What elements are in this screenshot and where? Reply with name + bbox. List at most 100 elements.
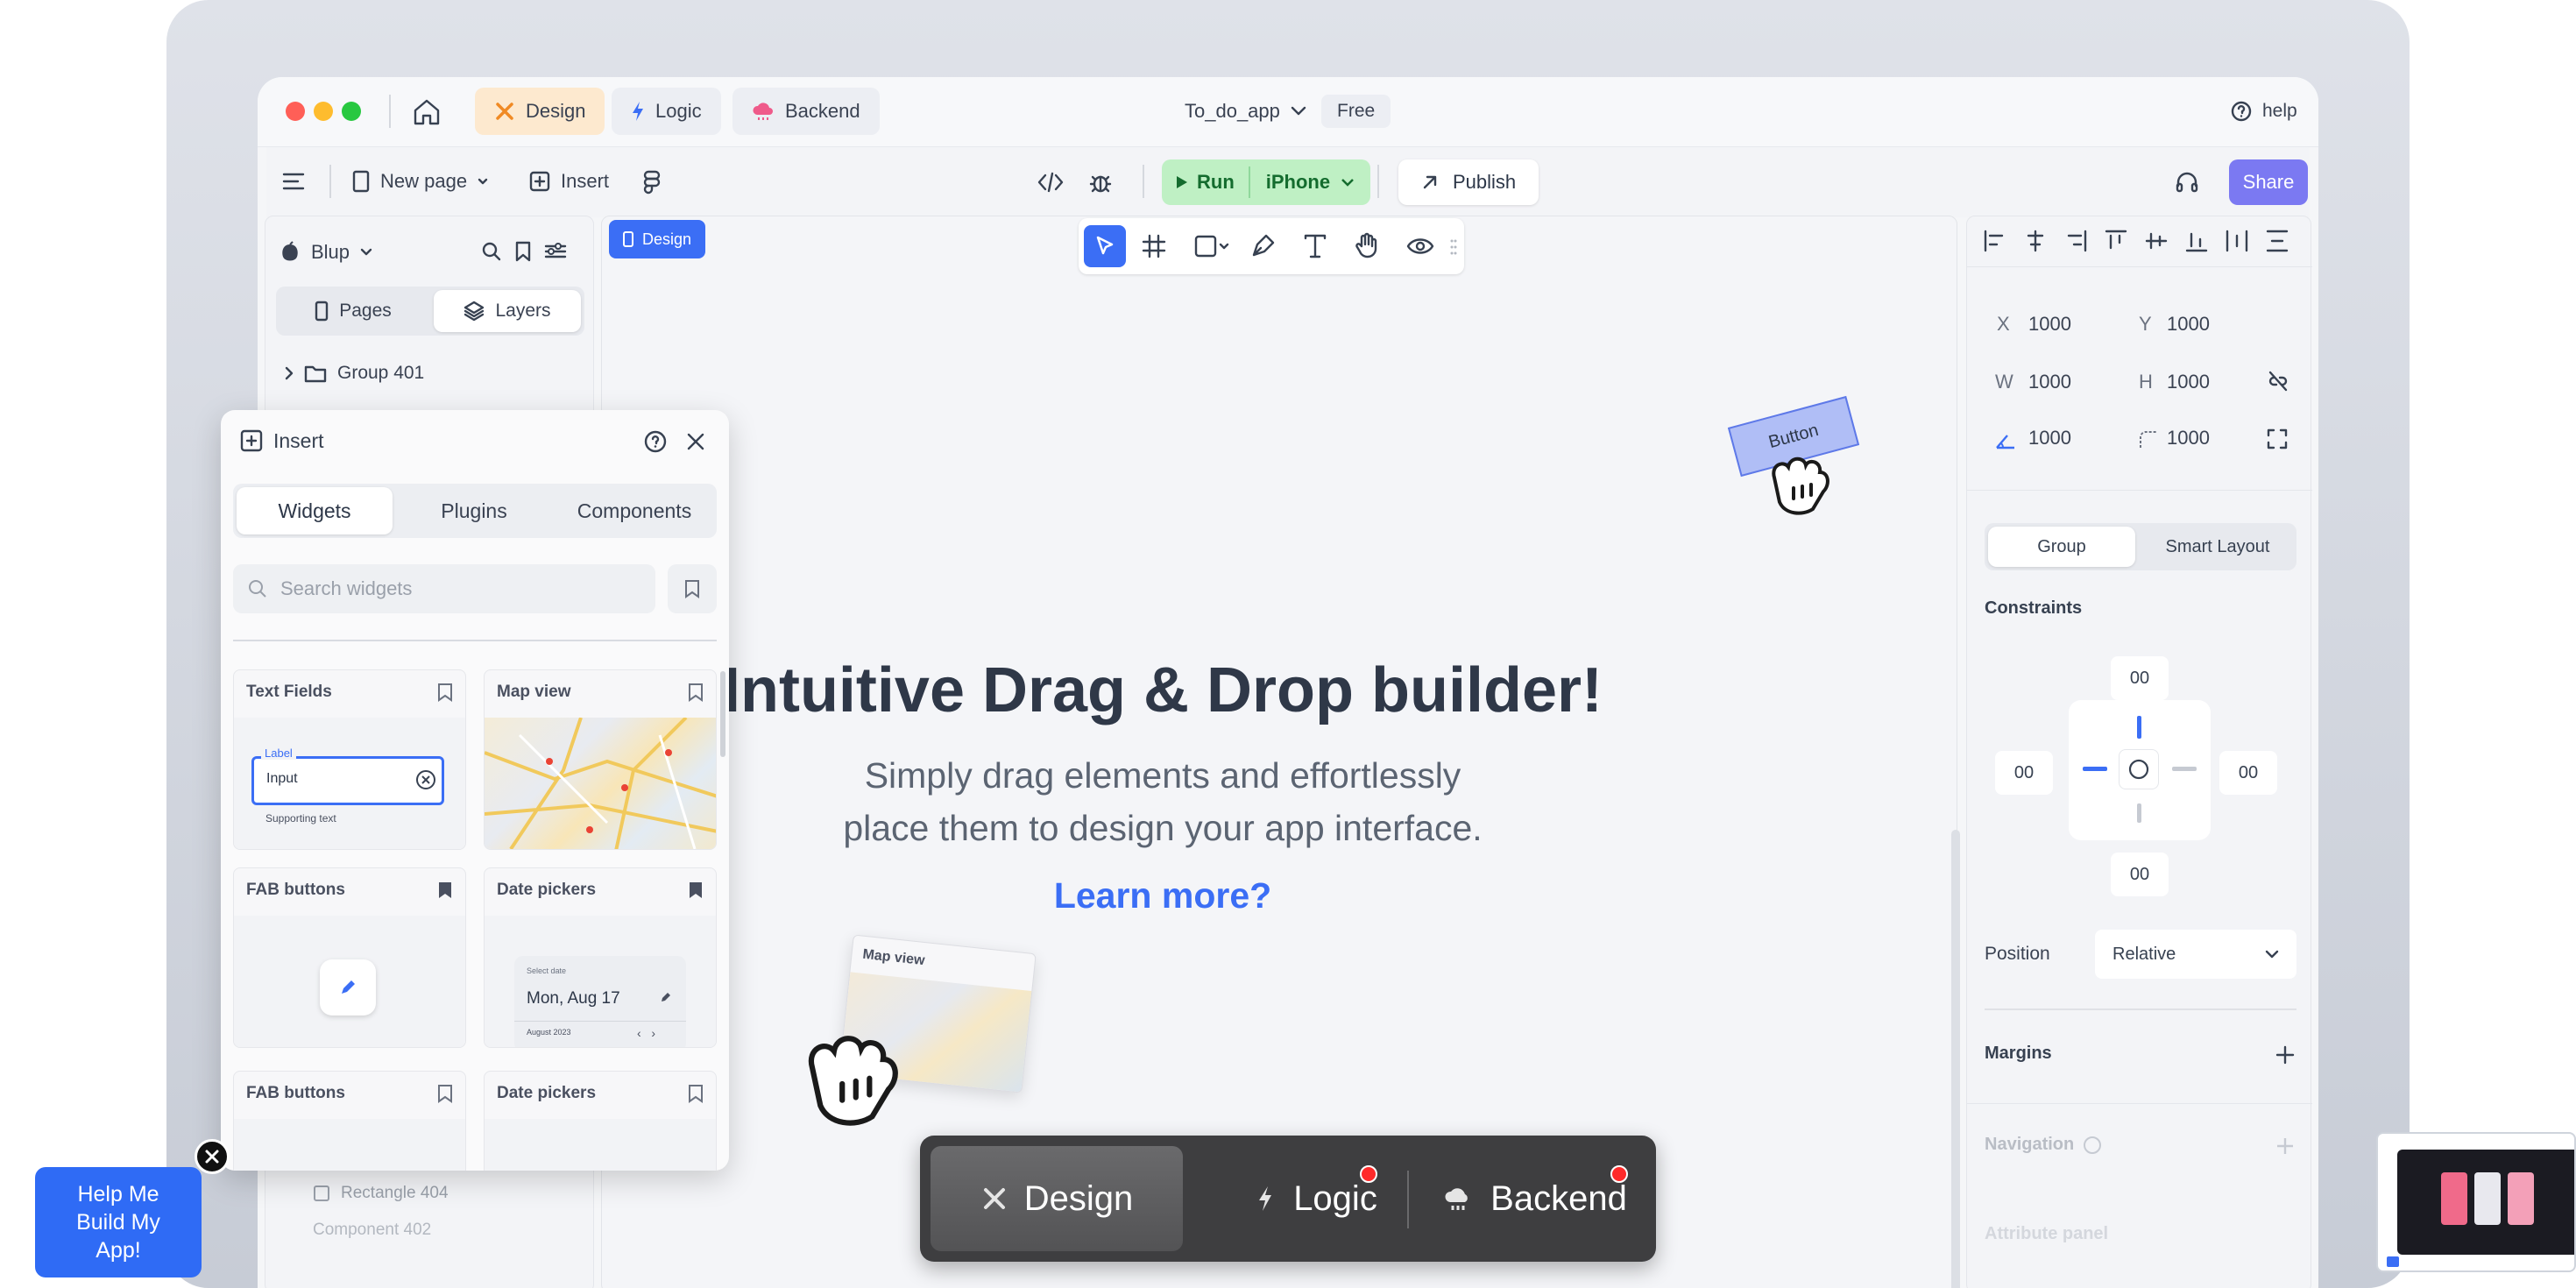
run-button[interactable]: Run bbox=[1162, 171, 1249, 194]
device-selector[interactable]: iPhone bbox=[1250, 171, 1370, 194]
bookmark-icon[interactable] bbox=[688, 683, 704, 702]
select-tool[interactable] bbox=[1084, 225, 1126, 267]
constraint-top-input[interactable]: 00 bbox=[2111, 656, 2169, 700]
minimize-window-button[interactable] bbox=[314, 102, 333, 121]
tab-group[interactable]: Group bbox=[1988, 527, 2135, 567]
tab-logic[interactable]: Logic bbox=[612, 88, 721, 135]
align-left-icon[interactable] bbox=[1983, 229, 2007, 253]
divider bbox=[1985, 1008, 2296, 1010]
add-navigation-icon[interactable] bbox=[2275, 1136, 2295, 1156]
add-margin-icon[interactable] bbox=[2275, 1045, 2295, 1065]
h-input[interactable]: 1000 bbox=[2167, 371, 2210, 393]
layer-label: Group 401 bbox=[337, 363, 425, 383]
help-build-app-button[interactable]: Help Me Build My App! bbox=[35, 1167, 202, 1277]
widget-card-fab-buttons[interactable]: FAB buttons bbox=[233, 867, 466, 1048]
align-right-icon[interactable] bbox=[2063, 229, 2088, 253]
insert-button[interactable]: Insert bbox=[529, 159, 609, 203]
constraint-left-line[interactable] bbox=[2083, 767, 2107, 771]
learn-more-link[interactable]: Learn more? bbox=[602, 875, 1723, 916]
x-input[interactable]: 1000 bbox=[2028, 313, 2071, 336]
align-middle-icon[interactable] bbox=[2144, 229, 2169, 253]
tab-label: Logic bbox=[655, 100, 702, 122]
publish-button[interactable]: Publish bbox=[1398, 159, 1539, 205]
tab-components[interactable]: Components bbox=[556, 487, 713, 534]
help-circle-icon[interactable] bbox=[643, 429, 668, 454]
tab-pages[interactable]: Pages bbox=[280, 290, 427, 332]
align-center-icon[interactable] bbox=[2023, 229, 2048, 253]
design-canvas[interactable]: Design Intuitive Drag & Drop builder! Si… bbox=[601, 216, 1957, 1288]
tab-smart-layout[interactable]: Smart Layout bbox=[2142, 527, 2293, 567]
navigation-section[interactable]: Navigation bbox=[1985, 1135, 2102, 1155]
w-input[interactable]: 1000 bbox=[2028, 371, 2071, 393]
position-select[interactable]: Relative bbox=[2095, 930, 2296, 979]
widget-card-text-fields[interactable]: Text Fields Label Input Supporting text bbox=[233, 669, 466, 850]
tab-layers[interactable]: Layers bbox=[434, 290, 581, 332]
search-icon[interactable] bbox=[481, 241, 502, 262]
frame-icon[interactable] bbox=[1142, 234, 1166, 258]
constraint-bottom-input[interactable]: 00 bbox=[2111, 853, 2169, 896]
constraint-left-input[interactable]: 00 bbox=[1995, 751, 2053, 795]
constraint-right-input[interactable]: 00 bbox=[2219, 751, 2277, 795]
mode-logic-button[interactable]: Logic bbox=[1199, 1146, 1435, 1251]
align-top-icon[interactable] bbox=[2104, 229, 2128, 253]
widget-card-date-pickers[interactable]: Date pickers Select date Mon, Aug 17 Aug… bbox=[484, 867, 717, 1048]
help-link[interactable]: help bbox=[2231, 89, 2297, 133]
close-help-button[interactable] bbox=[195, 1139, 230, 1174]
filter-icon[interactable] bbox=[544, 241, 567, 262]
hero-subline: Simply drag elements and effortlessly pl… bbox=[602, 749, 1723, 854]
hand-icon[interactable] bbox=[1354, 232, 1380, 258]
share-button[interactable]: Share bbox=[2229, 159, 2308, 205]
debug-icon[interactable] bbox=[1088, 170, 1113, 195]
distribute-horizontal-icon[interactable] bbox=[2225, 229, 2249, 253]
bookmark-filled-icon[interactable] bbox=[688, 881, 704, 900]
tab-plugins[interactable]: Plugins bbox=[396, 487, 552, 534]
tab-backend[interactable]: Backend bbox=[732, 88, 880, 135]
rotation-input[interactable]: 1000 bbox=[2028, 427, 2071, 449]
figma-icon[interactable] bbox=[643, 170, 661, 195]
new-page-button[interactable]: New page bbox=[352, 159, 488, 203]
fullscreen-icon[interactable] bbox=[2267, 428, 2288, 449]
layer-row[interactable]: Group 401 bbox=[285, 351, 424, 395]
home-icon[interactable] bbox=[412, 98, 442, 126]
saved-widgets-button[interactable] bbox=[668, 564, 717, 613]
mode-design-button[interactable]: Design bbox=[931, 1146, 1183, 1251]
constraint-right-line[interactable] bbox=[2172, 767, 2197, 771]
pen-icon[interactable] bbox=[1250, 232, 1277, 258]
widget-search-input[interactable]: Search widgets bbox=[233, 564, 655, 613]
workspace-selector[interactable]: Blup bbox=[280, 230, 372, 274]
widget-card-map-view[interactable]: Map view bbox=[484, 669, 717, 850]
code-icon[interactable] bbox=[1037, 172, 1064, 193]
unlink-icon[interactable] bbox=[2267, 371, 2289, 392]
preview-thumbnail[interactable] bbox=[2376, 1132, 2576, 1272]
tab-widgets[interactable]: Widgets bbox=[237, 487, 393, 534]
tab-design[interactable]: Design bbox=[475, 88, 605, 135]
insert-panel-scrollbar[interactable] bbox=[720, 671, 725, 757]
project-selector[interactable]: To_do_app bbox=[1185, 89, 1306, 133]
bookmark-icon[interactable] bbox=[437, 683, 453, 702]
constraint-center[interactable] bbox=[2119, 749, 2159, 789]
eye-icon[interactable] bbox=[1406, 236, 1434, 257]
drag-handle-icon[interactable] bbox=[1450, 239, 1457, 255]
widget-card-fab-buttons-2[interactable]: FAB buttons bbox=[233, 1071, 466, 1171]
layer-row[interactable]: Component 402 bbox=[313, 1208, 431, 1252]
align-bottom-icon[interactable] bbox=[2184, 229, 2209, 253]
distribute-vertical-icon[interactable] bbox=[2265, 229, 2289, 253]
corner-radius-input[interactable]: 1000 bbox=[2167, 427, 2210, 449]
mode-backend-button[interactable]: Backend bbox=[1421, 1146, 1649, 1251]
bookmark-filled-icon[interactable] bbox=[437, 881, 453, 900]
headset-icon[interactable] bbox=[2175, 170, 2199, 195]
menu-icon[interactable] bbox=[282, 172, 305, 191]
widget-card-date-pickers-2[interactable]: Date pickers bbox=[484, 1071, 717, 1171]
y-input[interactable]: 1000 bbox=[2167, 313, 2210, 336]
close-icon[interactable] bbox=[685, 431, 706, 452]
shape-icon[interactable] bbox=[1194, 234, 1231, 258]
text-tool-icon[interactable] bbox=[1303, 234, 1327, 258]
bookmark-icon[interactable] bbox=[437, 1084, 453, 1103]
canvas-scrollbar[interactable] bbox=[1951, 830, 1960, 1288]
close-window-button[interactable] bbox=[286, 102, 305, 121]
maximize-window-button[interactable] bbox=[342, 102, 361, 121]
constraint-bottom-line[interactable] bbox=[2137, 803, 2141, 823]
bookmark-icon[interactable] bbox=[688, 1084, 704, 1103]
bookmark-icon[interactable] bbox=[514, 241, 532, 262]
constraint-top-line[interactable] bbox=[2137, 716, 2141, 739]
